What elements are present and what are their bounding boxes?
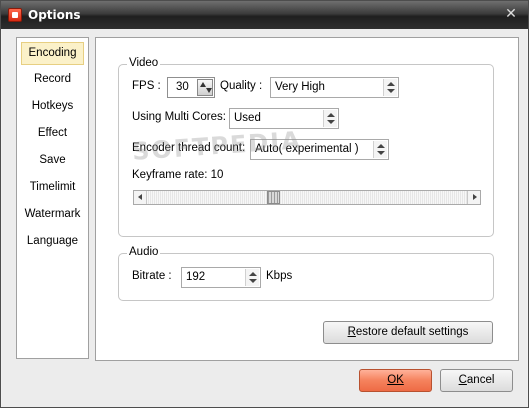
app-icon [8,8,22,22]
restore-defaults-button[interactable]: Restore default settings [323,321,493,344]
dialog-body: Encoding Record Hotkeys Effect Save Time… [2,29,527,407]
multicore-value: Used [234,112,261,124]
options-sidebar: Encoding Record Hotkeys Effect Save Time… [16,37,89,359]
cancel-button[interactable]: Cancel [440,369,513,392]
fps-label: FPS : [132,80,161,92]
audio-group-title: Audio [127,246,161,258]
encoding-panel: Video FPS : 30 Quality : Very High Using… [95,37,519,361]
quality-spin-icon[interactable] [383,79,397,96]
cancel-mnemonic: C [458,374,467,386]
video-group-title: Video [127,57,161,69]
thread-count-spin-icon[interactable] [373,141,387,158]
sidebar-item-language[interactable]: Language [21,231,84,254]
bitrate-unit: Kbps [266,270,293,282]
quality-value: Very High [275,81,325,93]
sidebar-item-save[interactable]: Save [21,150,84,173]
multicore-label: Using Multi Cores: [132,111,226,123]
cancel-label: ancel [466,374,495,386]
bitrate-select[interactable]: 192 [181,267,261,288]
keyframe-rate-label: Keyframe rate: 10 [132,169,224,181]
ok-label: OK [387,374,404,386]
restore-mnemonic: R [347,326,356,338]
ok-button[interactable]: OK [359,369,432,392]
keyframe-rate-slider[interactable] [133,190,481,205]
window-title: Options [28,8,81,22]
quality-select[interactable]: Very High [270,77,399,98]
sidebar-item-record[interactable]: Record [21,69,84,92]
multicore-select[interactable]: Used [229,108,339,129]
sidebar-item-hotkeys[interactable]: Hotkeys [21,96,84,119]
options-dialog: Options ✕ Encoding Record Hotkeys Effect… [0,0,529,408]
bitrate-spin-icon[interactable] [245,269,259,286]
fps-spin-icon[interactable] [197,79,213,96]
fps-value: 30 [176,81,189,93]
slider-thumb[interactable] [266,191,280,204]
sidebar-item-watermark[interactable]: Watermark [21,204,84,227]
fps-stepper[interactable]: 30 [167,77,215,98]
quality-label: Quality : [220,80,263,92]
close-icon[interactable]: ✕ [502,5,520,23]
multicore-spin-icon[interactable] [323,110,337,127]
title-bar[interactable]: Options ✕ [1,1,528,29]
sidebar-item-effect[interactable]: Effect [21,123,84,146]
bitrate-label: Bitrate : [132,270,172,282]
bitrate-value: 192 [186,271,206,283]
sidebar-item-timelimit[interactable]: Timelimit [21,177,84,200]
restore-label: estore default settings [355,326,469,338]
slider-left-arrow-icon[interactable] [134,191,147,204]
sidebar-item-encoding[interactable]: Encoding [21,42,84,65]
slider-right-arrow-icon[interactable] [467,191,480,204]
audio-group: Audio Bitrate : 192 Kbps [118,246,494,301]
